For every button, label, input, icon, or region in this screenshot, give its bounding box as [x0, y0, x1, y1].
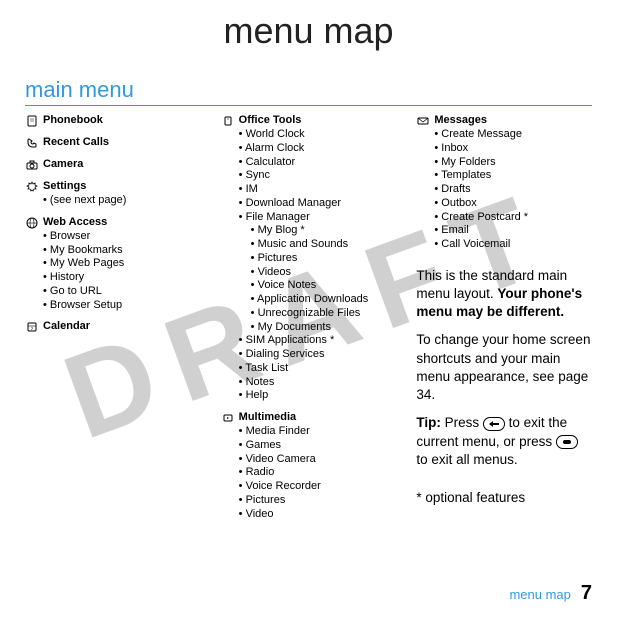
settings-items: (see next page)	[25, 194, 201, 208]
list-item: Pictures	[251, 252, 397, 266]
list-item: Templates	[434, 169, 592, 183]
list-item: My Folders	[434, 156, 592, 170]
web-access-icon	[25, 216, 39, 230]
list-item: My Blog *	[251, 224, 397, 238]
optional-note: * optional features	[416, 489, 592, 507]
list-item: Dialing Services	[239, 348, 397, 362]
tip-text-a: Press	[445, 415, 483, 430]
list-item: Go to URL	[43, 285, 201, 299]
multimedia-items: Media Finder Games Video Camera Radio Vo…	[221, 425, 397, 521]
menu-columns: Phonebook Recent Calls Camera	[25, 114, 592, 529]
list-item: Application Downloads	[251, 293, 397, 307]
office-tools-label: Office Tools	[239, 114, 302, 128]
list-item: History	[43, 271, 201, 285]
recent-calls-icon	[25, 136, 39, 150]
page-footer: menu map 7	[509, 582, 592, 605]
svg-text:7: 7	[31, 326, 34, 331]
camera-icon	[25, 158, 39, 172]
list-item: Task List	[239, 362, 397, 376]
list-item: Email	[434, 224, 592, 238]
settings-label: Settings	[43, 180, 86, 194]
list-item: Video	[239, 508, 397, 522]
list-item: Videos	[251, 266, 397, 280]
file-manager-items: My Blog * Music and Sounds Pictures Vide…	[221, 224, 397, 334]
phonebook-icon	[25, 114, 39, 128]
web-access-label: Web Access	[43, 216, 107, 230]
list-item: Sync	[239, 169, 397, 183]
list-item: Download Manager	[239, 197, 397, 211]
multimedia-label: Multimedia	[239, 411, 296, 425]
office-tools-items: World Clock Alarm Clock Calculator Sync …	[221, 128, 397, 224]
list-item: File Manager	[239, 211, 397, 225]
list-item: Drafts	[434, 183, 592, 197]
office-tools-items-after: SIM Applications * Dialing Services Task…	[221, 334, 397, 403]
section-web-access: Web Access Browser My Bookmarks My Web P…	[25, 216, 201, 313]
back-key-icon	[483, 417, 505, 431]
list-item: Music and Sounds	[251, 238, 397, 252]
messages-items: Create Message Inbox My Folders Template…	[416, 128, 592, 252]
list-item: Outbox	[434, 197, 592, 211]
list-item: Create Postcard *	[434, 211, 592, 225]
list-item: IM	[239, 183, 397, 197]
phonebook-label: Phonebook	[43, 114, 103, 128]
office-tools-icon	[221, 114, 235, 128]
list-item: SIM Applications *	[239, 334, 397, 348]
list-item: Notes	[239, 376, 397, 390]
column-1: Phonebook Recent Calls Camera	[25, 114, 201, 529]
description-block: This is the standard main menu layout. Y…	[416, 267, 592, 507]
column-2: Office Tools World Clock Alarm Clock Cal…	[221, 114, 397, 529]
section-phonebook: Phonebook	[25, 114, 201, 128]
tip-text-c: to exit all menus.	[416, 452, 517, 467]
section-calendar: 7 Calendar	[25, 320, 201, 334]
list-item: Video Camera	[239, 453, 397, 467]
desc-tip: Tip: Press to exit the current menu, or …	[416, 414, 592, 469]
list-item: Voice Recorder	[239, 480, 397, 494]
calendar-label: Calendar	[43, 320, 90, 334]
messages-icon	[416, 114, 430, 128]
list-item: Calculator	[239, 156, 397, 170]
section-multimedia: Multimedia Media Finder Games Video Came…	[221, 411, 397, 521]
list-item: Unrecognizable Files	[251, 307, 397, 321]
list-item: (see next page)	[43, 194, 201, 208]
list-item: My Web Pages	[43, 257, 201, 271]
main-menu-heading: main menu	[25, 77, 592, 106]
list-item: Browser	[43, 230, 201, 244]
calendar-icon: 7	[25, 320, 39, 334]
list-item: Games	[239, 439, 397, 453]
recent-calls-label: Recent Calls	[43, 136, 109, 150]
footer-page-number: 7	[581, 582, 592, 605]
list-item: Call Voicemail	[434, 238, 592, 252]
tip-label: Tip:	[416, 415, 444, 430]
column-3: Messages Create Message Inbox My Folders…	[416, 114, 592, 529]
section-settings: Settings (see next page)	[25, 180, 201, 208]
list-item: My Bookmarks	[43, 244, 201, 258]
web-access-items: Browser My Bookmarks My Web Pages Histor…	[25, 230, 201, 313]
section-messages: Messages Create Message Inbox My Folders…	[416, 114, 592, 252]
footer-text: menu map	[509, 587, 570, 602]
list-item: World Clock	[239, 128, 397, 142]
settings-icon	[25, 180, 39, 194]
list-item: Alarm Clock	[239, 142, 397, 156]
page-title: menu map	[25, 10, 592, 52]
camera-label: Camera	[43, 158, 83, 172]
list-item: Pictures	[239, 494, 397, 508]
list-item: My Documents	[251, 321, 397, 335]
section-camera: Camera	[25, 158, 201, 172]
list-item: Radio	[239, 466, 397, 480]
list-item: Help	[239, 389, 397, 403]
list-item: Browser Setup	[43, 299, 201, 313]
list-item: Media Finder	[239, 425, 397, 439]
desc-p1: This is the standard main menu layout. Y…	[416, 267, 592, 322]
list-item: Voice Notes	[251, 279, 397, 293]
list-item: Create Message	[434, 128, 592, 142]
section-office-tools: Office Tools World Clock Alarm Clock Cal…	[221, 114, 397, 403]
desc-p2: To change your home screen shortcuts and…	[416, 331, 592, 404]
list-item: Inbox	[434, 142, 592, 156]
section-recent-calls: Recent Calls	[25, 136, 201, 150]
home-key-icon	[556, 435, 578, 449]
multimedia-icon	[221, 411, 235, 425]
messages-label: Messages	[434, 114, 487, 128]
